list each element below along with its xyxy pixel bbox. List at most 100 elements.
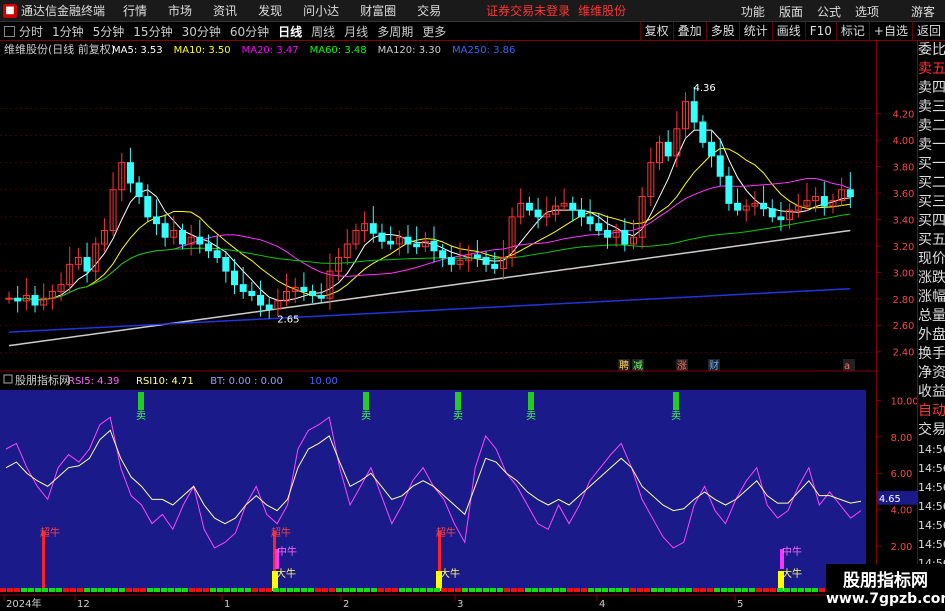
candle-body: [664, 141, 672, 157]
event-mark[interactable]: 聘: [619, 359, 629, 372]
indicator-tick-label: 6.00: [891, 469, 913, 480]
price-tick-label: 2.40: [893, 348, 915, 359]
signal-cell: [336, 588, 342, 592]
period-tick[interactable]: 分时: [19, 23, 43, 40]
sidebar-item[interactable]: 自动: [918, 402, 945, 421]
period-5min[interactable]: 5分钟: [93, 23, 125, 40]
draw-button[interactable]: 画线: [771, 22, 805, 41]
signal-cell: [175, 588, 181, 592]
sidebar-item[interactable]: 净资: [918, 364, 945, 383]
candle-body: [690, 101, 698, 123]
sidebar-item[interactable]: 卖二: [918, 117, 945, 136]
multi-stock-button[interactable]: 多股: [705, 22, 739, 41]
period-multi[interactable]: 多周期: [377, 23, 413, 40]
sidebar-item[interactable]: 涨幅: [918, 288, 945, 307]
menu-discover[interactable]: 发现: [258, 2, 282, 19]
current-stock-name: 维维股份: [578, 4, 627, 18]
sidebar-item[interactable]: 换手: [918, 345, 945, 364]
signal-cell: [469, 588, 475, 592]
sidebar-item[interactable]: 卖三: [918, 98, 945, 117]
sidebar-item[interactable]: 14:56: [918, 459, 945, 478]
period-daily[interactable]: 日线: [278, 23, 302, 40]
candle-body: [768, 208, 776, 218]
candle-body: [760, 202, 768, 210]
stats-button[interactable]: 统计: [738, 22, 772, 41]
period-30min[interactable]: 30分钟: [182, 23, 221, 40]
signal-cell: [679, 588, 685, 592]
candle-body: [716, 155, 724, 177]
price-tick-label: 4.20: [893, 110, 915, 121]
period-weekly[interactable]: 周线: [311, 23, 335, 40]
sidebar-item[interactable]: 委比: [918, 41, 945, 60]
adjust-button[interactable]: 复权: [639, 22, 673, 41]
signal-cell: [581, 588, 587, 592]
event-mark[interactable]: 涨: [677, 360, 687, 372]
sidebar-item[interactable]: 买四: [918, 212, 945, 231]
sidebar-item[interactable]: 总量: [918, 307, 945, 326]
sell-signal-bar: [455, 392, 461, 410]
high-price-label: 4.36: [694, 83, 716, 94]
overlay-button[interactable]: 叠加: [672, 22, 706, 41]
period-15min[interactable]: 15分钟: [133, 23, 172, 40]
signal-cell: [714, 588, 720, 592]
mark-button[interactable]: 标记: [835, 22, 869, 41]
sidebar-item[interactable]: 交易: [918, 421, 945, 440]
login-status[interactable]: 证券交易未登录: [486, 2, 570, 19]
add-watchlist-button[interactable]: +自选: [868, 22, 912, 41]
sidebar-item[interactable]: 卖五: [918, 60, 945, 79]
menu-quotes[interactable]: 行情: [123, 2, 147, 19]
indicator-label: RSI5: 4.39: [68, 376, 119, 387]
menu-news[interactable]: 资讯: [213, 2, 237, 19]
period-60min[interactable]: 60分钟: [230, 23, 269, 40]
big-bull-label: 大牛: [276, 567, 296, 580]
signal-cell: [133, 588, 139, 592]
candle-body: [378, 232, 386, 242]
sidebar-item[interactable]: 卖一: [918, 136, 945, 155]
sidebar-item[interactable]: 卖四: [918, 79, 945, 98]
panel-toggle-icon[interactable]: [4, 25, 15, 37]
event-mark[interactable]: a: [844, 361, 850, 372]
sidebar-item[interactable]: 买三: [918, 193, 945, 212]
sidebar-item[interactable]: 买一: [918, 155, 945, 174]
menu-formula[interactable]: 公式: [817, 3, 841, 20]
sidebar-item[interactable]: 14:56: [918, 478, 945, 497]
event-mark[interactable]: 减: [633, 360, 643, 372]
back-button[interactable]: 返回: [911, 22, 945, 41]
x-tick-label: 2024年: [6, 597, 41, 609]
indicator-background: [0, 390, 866, 591]
period-monthly[interactable]: 月线: [344, 23, 368, 40]
signal-cell: [658, 588, 664, 592]
signal-cell: [525, 588, 531, 592]
indicator-tick-label: 2.00: [891, 542, 913, 553]
signal-cell: [343, 588, 349, 592]
sidebar-item[interactable]: 14:56: [918, 535, 945, 554]
price-tick-label: 3.00: [893, 268, 915, 279]
candle-body: [196, 236, 204, 245]
event-mark[interactable]: 财: [709, 359, 719, 372]
period-1min[interactable]: 1分钟: [52, 23, 84, 40]
period-more[interactable]: 更多: [422, 23, 446, 40]
f10-button[interactable]: F10: [804, 22, 836, 41]
menu-trade[interactable]: 交易: [417, 2, 441, 19]
sidebar-item[interactable]: 14:56: [918, 440, 945, 459]
menu-function[interactable]: 功能: [741, 3, 765, 20]
kline-chart[interactable]: 维维股份(日线 前复权) MA5: 3.53 MA10: 3.50 MA20: 3.…: [0, 41, 876, 609]
sidebar-item[interactable]: 外盘: [918, 326, 945, 345]
sell-signal-label: 卖: [453, 410, 463, 422]
menu-layout[interactable]: 版面: [779, 3, 803, 20]
indicator-title[interactable]: 股朋指标网: [15, 373, 70, 387]
menu-ask[interactable]: 问小达: [303, 2, 339, 19]
sidebar-item[interactable]: 买五: [918, 231, 945, 250]
menu-market[interactable]: 市场: [168, 2, 192, 19]
menu-wealth-circle[interactable]: 财富圈: [360, 2, 396, 19]
sidebar-item[interactable]: 14:56: [918, 497, 945, 516]
sidebar-item[interactable]: 14:56: [918, 516, 945, 535]
guest-user[interactable]: 游客: [911, 3, 935, 20]
sidebar-item[interactable]: 涨跌: [918, 269, 945, 288]
sidebar-item[interactable]: 收益: [918, 383, 945, 402]
sidebar-item[interactable]: 买二: [918, 174, 945, 193]
sidebar-item[interactable]: 现价: [918, 250, 945, 269]
app-logo-icon: ■: [3, 3, 17, 18]
signal-cell: [322, 588, 328, 592]
menu-options[interactable]: 选项: [855, 3, 879, 20]
